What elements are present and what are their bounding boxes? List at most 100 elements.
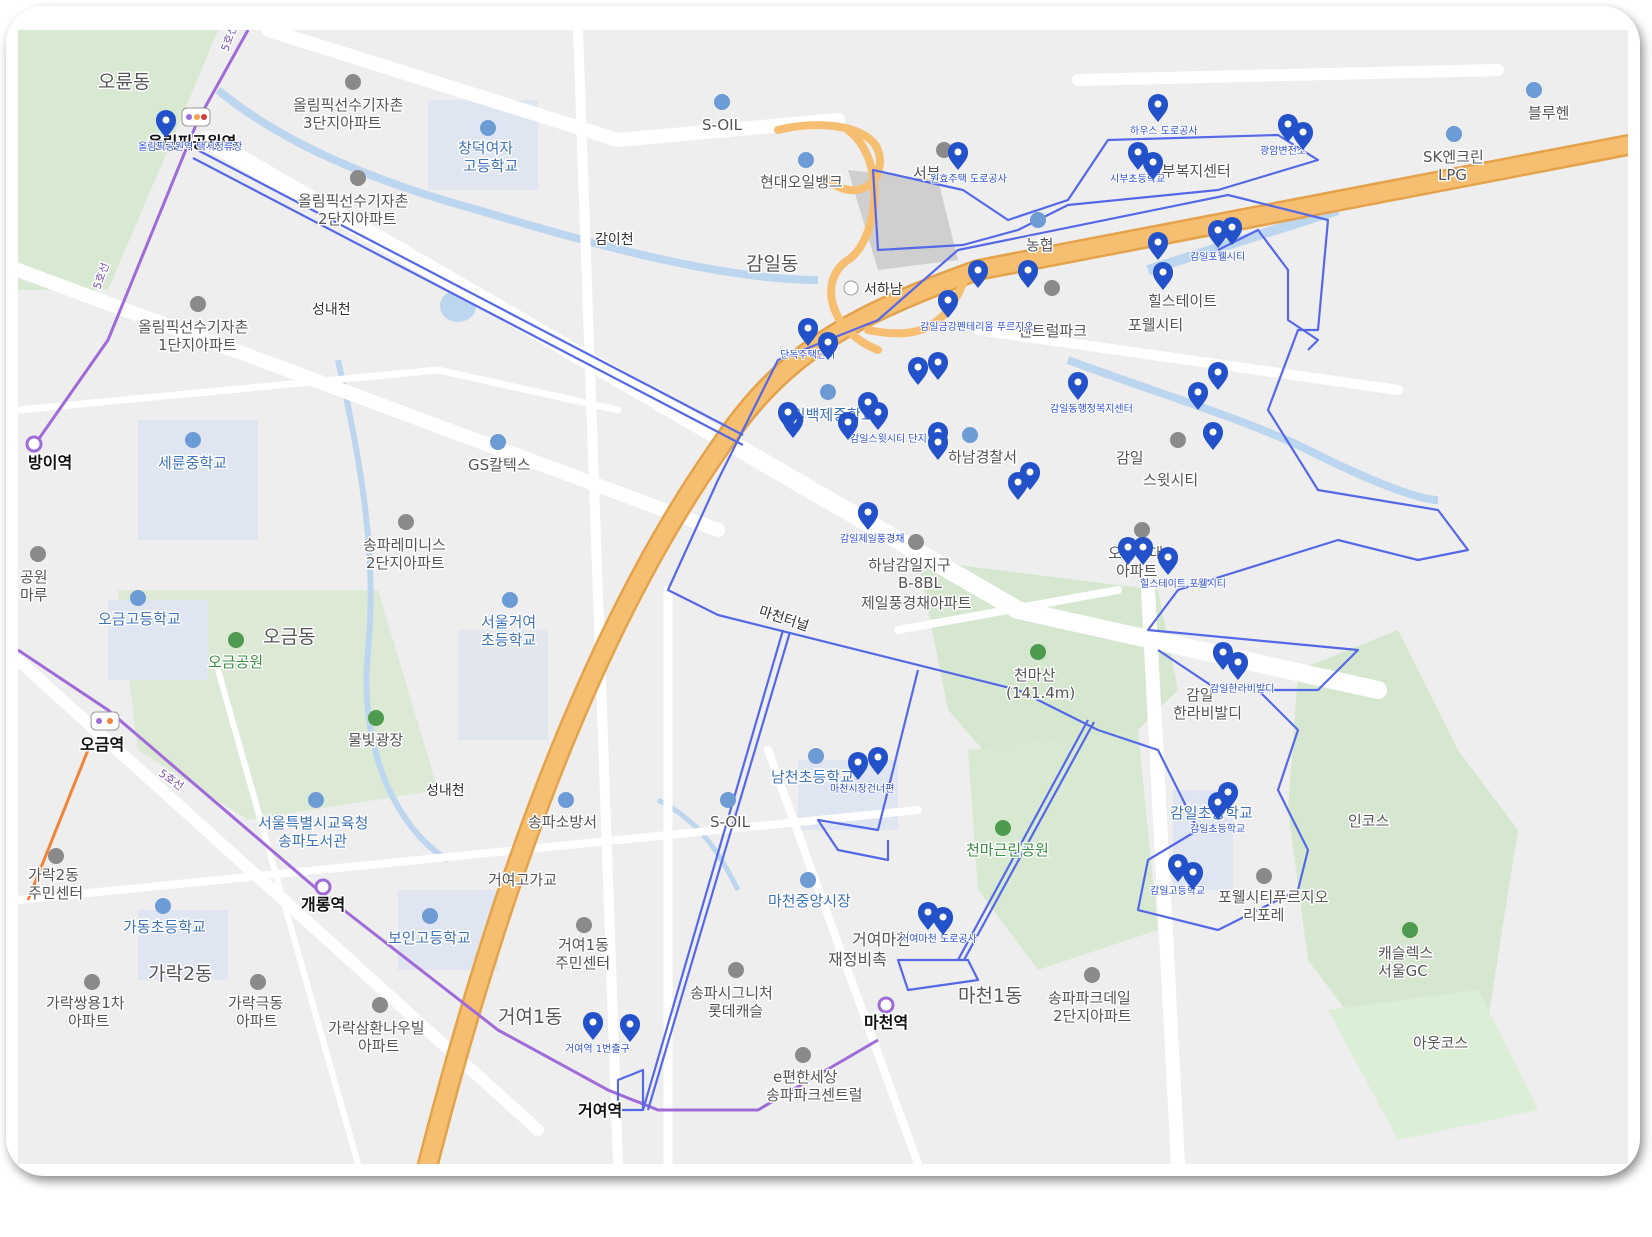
svg-text:거여1동: 거여1동 (558, 936, 609, 954)
svg-text:주민센터: 주민센터 (555, 954, 610, 972)
svg-text:블루헨: 블루헨 (1528, 104, 1569, 122)
svg-text:송파파크데일: 송파파크데일 (1048, 989, 1131, 1007)
svg-text:세륜중학교: 세륜중학교 (158, 454, 227, 472)
district-garak2: 가락2동 (148, 963, 213, 985)
svg-text:아파트: 아파트 (358, 1037, 400, 1055)
svg-text:힐스테이트: 힐스테이트 (1148, 292, 1217, 310)
pin-icon (1194, 388, 1202, 396)
svg-text:아파트: 아파트 (1116, 562, 1158, 580)
pin-icon (1234, 658, 1242, 666)
map-canvas[interactable]: 오륜동 감일동 오금동 가락2동 거여1동 마천1동 올림픽선수기자촌 3단지아파… (18, 30, 1628, 1164)
pin-icon (944, 296, 952, 304)
pin-icon (1014, 478, 1022, 486)
svg-text:성내천: 성내천 (426, 783, 465, 799)
pin-label: 감일제일풍경채 (840, 532, 904, 545)
svg-text:서하남: 서하남 (864, 282, 903, 298)
svg-text:인코스: 인코스 (1348, 812, 1390, 830)
pin-icon (939, 913, 947, 921)
pin-icon (1209, 428, 1217, 436)
pin-icon (1149, 158, 1157, 166)
svg-text:제일풍경채아파트: 제일풍경채아파트 (861, 594, 972, 612)
pin-icon (934, 358, 942, 366)
pin-icon (1124, 543, 1132, 551)
pin-icon (1214, 368, 1222, 376)
svg-text:1단지아파트: 1단지아파트 (158, 336, 237, 354)
svg-text:가락쌍용1차: 가락쌍용1차 (46, 994, 125, 1012)
svg-text:가동초등학교: 가동초등학교 (123, 918, 206, 936)
pin-icon (864, 398, 872, 406)
svg-text:S-OIL: S-OIL (710, 813, 751, 831)
svg-text:서울특별시교육청: 서울특별시교육청 (258, 814, 368, 832)
district-ogeum: 오금동 (263, 626, 315, 648)
pin-icon (1284, 120, 1292, 128)
pin-icon (1164, 553, 1172, 561)
svg-text:B-8BL: B-8BL (898, 574, 943, 592)
svg-text:가락극동: 가락극동 (228, 994, 283, 1012)
svg-text:농협: 농협 (1026, 236, 1054, 254)
svg-text:아파트: 아파트 (68, 1012, 110, 1030)
pin-label: 감일고등학교 (1150, 885, 1205, 897)
pin-label: 감일동행정복지센터 (1050, 403, 1133, 415)
svg-text:송파도서관: 송파도서관 (278, 832, 347, 850)
svg-text:천마근린공원: 천마근린공원 (966, 841, 1049, 859)
poi-incourse: 인코스 (1347, 811, 1392, 832)
pin-icon (1024, 266, 1032, 274)
pin-icon (1139, 543, 1147, 551)
poi-outcourse: 아웃코스 (1412, 1033, 1470, 1054)
svg-text:가락삼환나우빌: 가락삼환나우빌 (328, 1019, 425, 1037)
svg-text:천마산: 천마산 (1014, 666, 1056, 684)
svg-text:오금고등학교: 오금고등학교 (98, 610, 181, 628)
pin-icon (1214, 226, 1222, 234)
svg-text:S-OIL: S-OIL (702, 116, 743, 134)
pin-icon (1224, 788, 1232, 796)
svg-text:성내천: 성내천 (312, 302, 351, 318)
svg-text:거여고가교: 거여고가교 (488, 871, 557, 889)
station-geoyeo[interactable]: 거여역 (577, 1100, 624, 1122)
svg-text:오금역: 오금역 (80, 735, 124, 754)
pin-label: 감일한라비발디 (1210, 683, 1274, 695)
svg-text:마루: 마루 (20, 586, 48, 604)
pin-icon (1189, 868, 1197, 876)
pin-icon (874, 753, 882, 761)
pin-icon (844, 418, 852, 426)
svg-text:롯데캐슬: 롯데캐슬 (708, 1002, 763, 1020)
svg-text:오금공원: 오금공원 (208, 653, 263, 671)
svg-text:스윗시티: 스윗시티 (1143, 471, 1198, 489)
pin-icon (824, 338, 832, 346)
svg-text:개롱역: 개롱역 (301, 895, 345, 914)
pin-icon (784, 408, 792, 416)
svg-text:리포레: 리포레 (1243, 906, 1284, 924)
pin-label: 올림픽공원역 택시정류장 (138, 141, 242, 153)
pin-icon (914, 363, 922, 371)
svg-text:올림픽선수기자촌: 올림픽선수기자촌 (293, 96, 403, 114)
map-svg[interactable]: 오륜동 감일동 오금동 가락2동 거여1동 마천1동 올림픽선수기자촌3단지아파… (18, 30, 1628, 1164)
district-oryun: 오륜동 (98, 71, 150, 93)
svg-text:보인고등학교: 보인고등학교 (388, 929, 471, 947)
pin-icon (934, 438, 942, 446)
pin-icon (626, 1020, 634, 1028)
pin-icon (1154, 100, 1162, 108)
svg-text:SK엔크린: SK엔크린 (1423, 148, 1484, 166)
pin-icon (1026, 468, 1034, 476)
svg-text:올림픽선수기자촌: 올림픽선수기자촌 (298, 192, 408, 210)
svg-text:재정비촉: 재정비촉 (828, 950, 887, 969)
svg-text:방이역: 방이역 (28, 453, 72, 472)
pin-label: 감일포웰시티 (1190, 251, 1245, 263)
pin-label: 원효주택 도로공사 (930, 173, 1007, 185)
svg-text:하남경찰서: 하남경찰서 (948, 448, 1017, 466)
svg-text:2단지아파트: 2단지아파트 (366, 554, 445, 572)
svg-text:고등학교: 고등학교 (463, 157, 518, 175)
pin-icon (1299, 128, 1307, 136)
svg-text:e편한세상: e편한세상 (773, 1068, 838, 1086)
svg-text:서울거여: 서울거여 (481, 613, 536, 631)
svg-text:LPG: LPG (1438, 166, 1467, 184)
pin-label: 힐스테이트 포웰시티 (1140, 577, 1226, 590)
pin-icon (1159, 268, 1167, 276)
district-gamil: 감일동 (746, 253, 798, 275)
pin-label: 마천시장건너편 (830, 783, 894, 795)
svg-text:거여역: 거여역 (578, 1101, 622, 1120)
svg-text:올림픽선수기자촌: 올림픽선수기자촌 (138, 318, 248, 336)
pin-icon (974, 266, 982, 274)
svg-text:하남감일지구: 하남감일지구 (868, 556, 951, 574)
poi-jeil: 제일풍경채아파트 (860, 593, 974, 614)
